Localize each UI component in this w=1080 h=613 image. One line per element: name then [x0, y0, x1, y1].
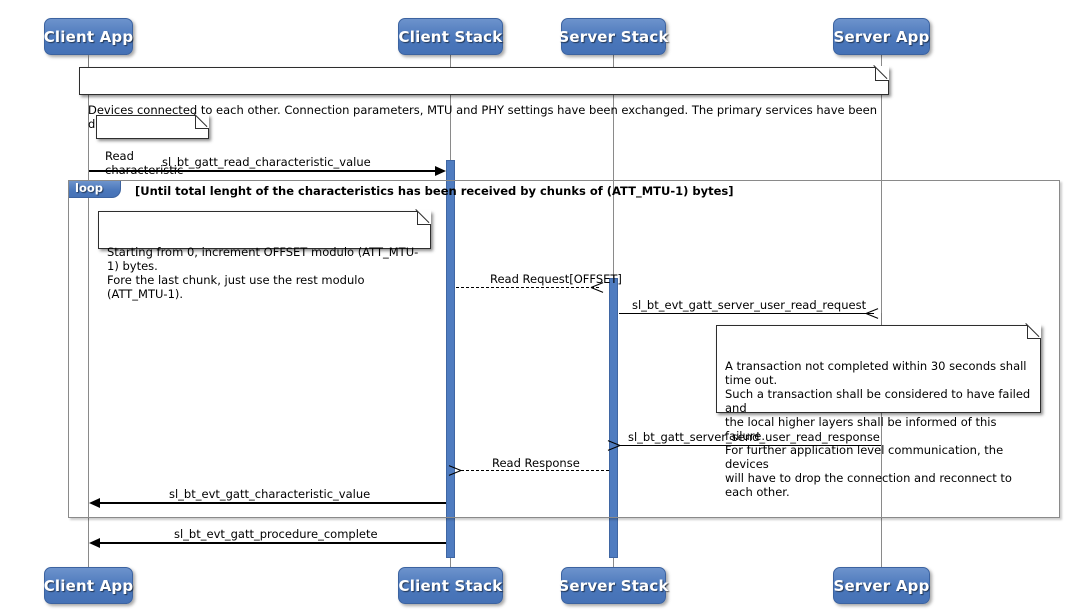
- note-offset: Starting from 0, increment OFFSET modulo…: [98, 211, 431, 249]
- loop-fragment-operator: loop: [69, 181, 121, 198]
- message-line-server-user-read-request: [619, 313, 874, 314]
- message-label-gatt-procedure-complete: sl_bt_evt_gatt_procedure_complete: [174, 527, 378, 541]
- note-fold-corner-icon: [875, 67, 889, 81]
- message-arrow-read-characteristic-value: [435, 166, 446, 176]
- sequence-diagram-canvas: Client App Client Stack Server Stack Ser…: [0, 0, 1080, 613]
- participant-label: Server App: [833, 28, 929, 46]
- participant-label: Server App: [833, 577, 929, 595]
- message-label-read-response: Read Response: [492, 456, 580, 470]
- participant-label: Client App: [44, 577, 134, 595]
- message-label-gatt-characteristic-value: sl_bt_evt_gatt_characteristic_value: [169, 487, 370, 501]
- message-line-send-user-read-response: [620, 445, 881, 446]
- participant-label: Server Stack: [558, 28, 668, 46]
- message-line-gatt-characteristic-value: [100, 502, 446, 504]
- message-line-gatt-procedure-complete: [100, 542, 446, 544]
- participant-server-app-bottom[interactable]: Server App: [833, 567, 930, 604]
- message-label-send-user-read-response: sl_bt_gatt_server_send_user_read_respons…: [628, 430, 880, 444]
- participant-client-app-top[interactable]: Client App: [44, 18, 133, 55]
- message-line-read-request: [456, 287, 599, 288]
- note-preconditions: Devices connected to each other. Connect…: [79, 67, 889, 95]
- note-read-characteristic: Read characteristic: [96, 115, 209, 139]
- message-line-read-characteristic-value: [89, 170, 441, 172]
- message-line-read-response: [461, 470, 609, 471]
- note-anchor-transaction-timeout: [881, 313, 882, 325]
- loop-fragment-guard: [Until total lenght of the characteristi…: [135, 184, 734, 198]
- note-fold-corner-icon: [1027, 325, 1041, 339]
- message-label-read-characteristic-value: sl_bt_gatt_read_characteristic_value: [162, 155, 371, 169]
- participant-server-app-top[interactable]: Server App: [833, 18, 930, 55]
- note-fold-corner-icon: [417, 211, 431, 225]
- participant-server-stack-bottom[interactable]: Server Stack: [561, 567, 666, 604]
- participant-client-stack-top[interactable]: Client Stack: [398, 18, 503, 55]
- note-anchor-read-characteristic: [88, 112, 89, 120]
- message-label-server-user-read-request: sl_bt_evt_gatt_server_user_read_request: [632, 298, 866, 312]
- participant-client-stack-bottom[interactable]: Client Stack: [398, 567, 503, 604]
- participant-label: Client App: [44, 28, 134, 46]
- participant-server-stack-top[interactable]: Server Stack: [561, 18, 666, 55]
- participant-label: Client Stack: [399, 28, 503, 46]
- message-arrow-gatt-procedure-complete: [89, 538, 100, 548]
- participant-label: Client Stack: [399, 577, 503, 595]
- message-label-read-request: Read Request[OFFSET]: [490, 272, 622, 286]
- note-fold-corner-icon: [195, 115, 209, 129]
- note-transaction-timeout: A transaction not completed within 30 se…: [716, 325, 1041, 413]
- participant-client-app-bottom[interactable]: Client App: [44, 567, 133, 604]
- participant-label: Server Stack: [558, 577, 668, 595]
- message-arrow-gatt-characteristic-value: [89, 498, 100, 508]
